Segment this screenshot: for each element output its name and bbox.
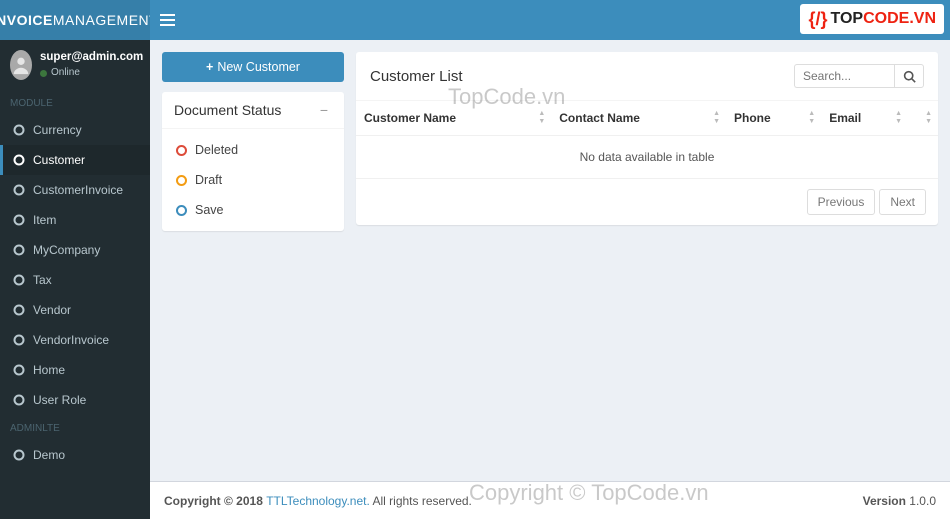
top-bar: INVOICEMANAGEMENT {/} TOPCODE.VN: [0, 0, 950, 40]
circle-icon: [13, 334, 25, 346]
sort-icon: [895, 110, 902, 126]
status-save[interactable]: Save: [162, 195, 344, 225]
sidebar-item-label: Demo: [33, 448, 65, 462]
column-header[interactable]: Email: [821, 101, 908, 136]
sort-icon: [925, 110, 932, 126]
nav-header-module: MODULE: [0, 90, 150, 115]
footer-copy: Copyright © 2018: [164, 494, 266, 508]
circle-icon: [13, 274, 25, 286]
circle-icon: [13, 394, 25, 406]
plus-icon: +: [206, 60, 213, 74]
footer-version: 1.0.0: [906, 494, 936, 508]
circle-icon: [13, 154, 25, 166]
sidebar-item-customer[interactable]: Customer: [0, 145, 150, 175]
circle-icon: [13, 244, 25, 256]
sidebar-item-label: Home: [33, 363, 65, 377]
status-label: Save: [195, 203, 224, 217]
footer-company-link[interactable]: TTLTechnology.net.: [266, 494, 370, 508]
topcode-logo: {/} TOPCODE.VN: [800, 4, 944, 34]
sidebar-item-label: MyCompany: [33, 243, 100, 257]
sidebar-item-label: Vendor: [33, 303, 71, 317]
sort-icon: [808, 110, 815, 126]
column-label: Customer Name: [364, 111, 456, 125]
sort-icon: [713, 110, 720, 126]
status-label: Draft: [195, 173, 222, 187]
column-header[interactable]: Phone: [726, 101, 821, 136]
document-status-box: Document Status − Deleted Draft Save: [162, 92, 344, 231]
sidebar-item-label: CustomerInvoice: [33, 183, 123, 197]
status-ring-icon: [176, 145, 187, 156]
sidebar-item-tax[interactable]: Tax: [0, 265, 150, 295]
circle-icon: [13, 184, 25, 196]
status-ring-icon: [176, 175, 187, 186]
user-icon: [10, 54, 32, 76]
footer: Copyright © 2018 TTLTechnology.net. All …: [150, 481, 950, 519]
customer-list-panel: Customer List Customer Name Contact Name P…: [356, 52, 938, 225]
sidebar-item-vendorinvoice[interactable]: VendorInvoice: [0, 325, 150, 355]
online-dot-icon: [40, 70, 47, 77]
search-icon: [903, 70, 916, 83]
sidebar-item-currency[interactable]: Currency: [0, 115, 150, 145]
user-panel: super@admin.com Online: [0, 40, 150, 90]
sidebar-item-label: Item: [33, 213, 56, 227]
sidebar-item-label: User Role: [33, 393, 86, 407]
sidebar-item-vendor[interactable]: Vendor: [0, 295, 150, 325]
sidebar-item-home[interactable]: Home: [0, 355, 150, 385]
brace-icon: {/}: [808, 9, 827, 30]
content: TopCode.vn Copyright © TopCode.vn + New …: [150, 40, 950, 519]
footer-rights: All rights reserved.: [370, 494, 472, 508]
search-button[interactable]: [894, 64, 924, 88]
user-status: Online: [40, 66, 143, 80]
status-draft[interactable]: Draft: [162, 165, 344, 195]
status-deleted[interactable]: Deleted: [162, 135, 344, 165]
collapse-button[interactable]: −: [316, 102, 332, 118]
circle-icon: [13, 124, 25, 136]
status-label: Deleted: [195, 143, 238, 157]
sidebar-item-label: Tax: [33, 273, 52, 287]
column-label: Phone: [734, 111, 771, 125]
customer-table: Customer Name Contact Name Phone Email No d…: [356, 101, 938, 179]
sidebar-item-customerinvoice[interactable]: CustomerInvoice: [0, 175, 150, 205]
footer-version-label: Version: [863, 494, 906, 508]
new-customer-button[interactable]: + New Customer: [162, 52, 344, 82]
hamburger-icon: [160, 14, 175, 26]
pagination: Previous Next: [356, 179, 938, 225]
sidebar-item-label: Customer: [33, 153, 85, 167]
circle-icon: [13, 449, 25, 461]
sidebar-item-user-role[interactable]: User Role: [0, 385, 150, 415]
brand[interactable]: INVOICEMANAGEMENT: [0, 0, 150, 40]
nav-header-adminlte: ADMINLTE: [0, 415, 150, 440]
circle-icon: [13, 304, 25, 316]
user-name: super@admin.com: [40, 50, 143, 64]
sidebar-item-label: Currency: [33, 123, 82, 137]
empty-row: No data available in table: [356, 136, 938, 179]
sidebar-item-mycompany[interactable]: MyCompany: [0, 235, 150, 265]
column-header[interactable]: Contact Name: [551, 101, 726, 136]
column-header[interactable]: Customer Name: [356, 101, 551, 136]
column-label: Contact Name: [559, 111, 640, 125]
sidebar: super@admin.com Online MODULE Currency Cu…: [0, 40, 150, 519]
next-button[interactable]: Next: [879, 189, 926, 215]
column-label: Email: [829, 111, 861, 125]
prev-button[interactable]: Previous: [807, 189, 876, 215]
status-ring-icon: [176, 205, 187, 216]
avatar: [10, 50, 32, 80]
menu-toggle-button[interactable]: [150, 0, 184, 40]
sidebar-item-label: VendorInvoice: [33, 333, 109, 347]
sidebar-item-item[interactable]: Item: [0, 205, 150, 235]
circle-icon: [13, 364, 25, 376]
sidebar-item-demo[interactable]: Demo: [0, 440, 150, 470]
column-header[interactable]: [908, 101, 938, 136]
document-status-title: Document Status: [174, 102, 281, 118]
search-input[interactable]: [794, 64, 894, 88]
sort-icon: [538, 110, 545, 126]
circle-icon: [13, 214, 25, 226]
new-customer-label: New Customer: [217, 60, 300, 74]
panel-title: Customer List: [370, 68, 463, 85]
